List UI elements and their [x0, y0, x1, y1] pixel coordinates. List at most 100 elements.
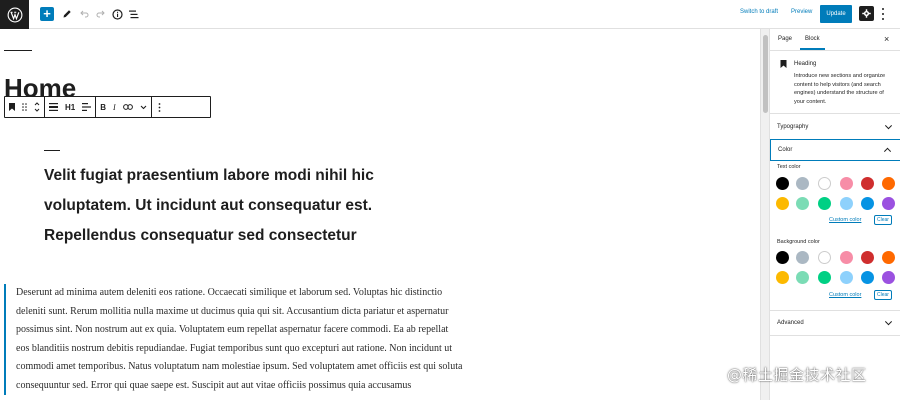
- color-swatch[interactable]: [882, 197, 895, 210]
- chevron-down-icon: [140, 105, 147, 109]
- color-swatch[interactable]: [818, 177, 831, 190]
- paragraph-block[interactable]: Deserunt ad minima autem deleniti eos ra…: [4, 284, 464, 395]
- text-color-clear-button[interactable]: Clear: [874, 215, 892, 225]
- edit-tools-button[interactable]: [61, 6, 73, 22]
- chevron-up-down-icon: [34, 102, 40, 112]
- block-toolbar: H1 B I: [4, 96, 211, 118]
- color-swatch[interactable]: [840, 177, 853, 190]
- plus-icon: +: [43, 6, 51, 21]
- tab-block[interactable]: Block: [805, 36, 820, 42]
- info-icon: [111, 8, 123, 20]
- color-swatch[interactable]: [796, 271, 809, 284]
- sidebar-tabs: Page Block ×: [770, 29, 900, 51]
- color-swatch[interactable]: [776, 177, 789, 190]
- color-swatch[interactable]: [796, 177, 809, 190]
- color-swatch[interactable]: [840, 197, 853, 210]
- italic-button[interactable]: I: [113, 97, 116, 117]
- editor-scrollbar[interactable]: [760, 29, 769, 400]
- color-swatch[interactable]: [776, 271, 789, 284]
- bold-icon: B: [100, 102, 107, 112]
- page-title[interactable]: Home: [4, 71, 76, 98]
- align-button[interactable]: [49, 97, 58, 117]
- chevron-down-icon: [884, 122, 893, 130]
- editor-canvas[interactable]: Home H1 B I Velit fugiat praesentium lab…: [0, 29, 760, 400]
- switch-to-draft-button[interactable]: Switch to draft: [740, 9, 778, 15]
- close-sidebar-button[interactable]: ×: [884, 34, 889, 44]
- color-swatch[interactable]: [818, 271, 831, 284]
- color-swatch[interactable]: [882, 251, 895, 264]
- chevron-up-icon: [883, 147, 892, 155]
- options-group: [152, 97, 168, 117]
- separator: [44, 150, 60, 151]
- chevron-down-icon: [884, 318, 893, 326]
- preview-button[interactable]: Preview: [791, 9, 812, 15]
- more-options-button[interactable]: [880, 7, 886, 21]
- heading-block[interactable]: Velit fugiat praesentium labore modi nih…: [44, 161, 444, 251]
- align-left-icon: [82, 103, 92, 111]
- top-toolbar: + Switch to draft Preview Update: [0, 0, 900, 29]
- link-button[interactable]: [122, 97, 133, 117]
- separator: [4, 50, 32, 51]
- color-swatch[interactable]: [796, 197, 809, 210]
- color-swatch[interactable]: [861, 197, 874, 210]
- color-swatch[interactable]: [882, 177, 895, 190]
- italic-icon: I: [113, 102, 116, 112]
- color-swatch[interactable]: [776, 251, 789, 264]
- color-panel-title: Color: [778, 147, 793, 153]
- heading-level-button[interactable]: H1: [65, 97, 75, 117]
- tab-page[interactable]: Page: [778, 36, 792, 42]
- block-type-button[interactable]: [9, 97, 15, 117]
- color-swatch[interactable]: [776, 197, 789, 210]
- link-icon: [122, 104, 133, 110]
- block-card-title: Heading: [794, 61, 817, 67]
- watermark: @稀土掘金技术社区: [727, 366, 867, 384]
- color-swatch[interactable]: [796, 251, 809, 264]
- color-swatch[interactable]: [818, 197, 831, 210]
- color-swatch[interactable]: [861, 177, 874, 190]
- background-color-label: Background color: [777, 239, 820, 245]
- close-icon: ×: [884, 34, 890, 44]
- color-swatch[interactable]: [840, 251, 853, 264]
- typography-panel-title: Typography: [777, 124, 809, 130]
- advanced-panel-toggle[interactable]: Advanced: [770, 311, 900, 336]
- bookmark-icon: [9, 103, 15, 111]
- text-align-button[interactable]: [82, 97, 92, 117]
- drag-handle[interactable]: [22, 97, 27, 117]
- active-tab-indicator: [800, 48, 825, 50]
- text-color-label: Text color: [777, 164, 801, 170]
- block-card: Heading Introduce new sections and organ…: [770, 51, 900, 114]
- update-button[interactable]: Update: [820, 5, 852, 23]
- color-panel-toggle[interactable]: Color: [770, 139, 900, 161]
- text-custom-color-button[interactable]: Custom color: [829, 217, 861, 223]
- format-group: B I: [96, 97, 152, 117]
- block-options-button[interactable]: [156, 97, 164, 117]
- dot: [882, 12, 884, 15]
- more-formats-button[interactable]: [140, 97, 147, 117]
- color-swatch[interactable]: [840, 271, 853, 284]
- list-view-icon: [129, 10, 139, 18]
- details-button[interactable]: [111, 6, 123, 22]
- bold-button[interactable]: B: [100, 97, 106, 117]
- more-vertical-icon: [158, 102, 161, 112]
- block-card-description: Introduce new sections and organize cont…: [794, 73, 886, 105]
- list-view-button[interactable]: [128, 6, 140, 22]
- background-custom-color-button[interactable]: Custom color: [829, 292, 861, 298]
- move-up-down-button[interactable]: [34, 97, 40, 117]
- undo-icon: [79, 10, 88, 18]
- color-swatch[interactable]: [882, 271, 895, 284]
- bookmark-icon: [780, 60, 787, 68]
- color-swatch[interactable]: [818, 251, 831, 264]
- paragraph-text[interactable]: Deserunt ad minima autem deleniti eos ra…: [16, 284, 464, 395]
- undo-button[interactable]: [79, 6, 89, 22]
- color-swatch[interactable]: [861, 251, 874, 264]
- settings-button[interactable]: [859, 6, 874, 21]
- align-wide-icon: [49, 103, 58, 111]
- typography-panel-toggle[interactable]: Typography: [770, 115, 900, 140]
- wordpress-logo-icon[interactable]: [0, 0, 29, 29]
- redo-button[interactable]: [95, 6, 105, 22]
- background-color-clear-button[interactable]: Clear: [874, 290, 892, 300]
- add-block-button[interactable]: +: [40, 7, 54, 21]
- color-swatch[interactable]: [861, 271, 874, 284]
- heading-options-group: H1: [45, 97, 97, 117]
- scrollbar-thumb[interactable]: [763, 35, 768, 113]
